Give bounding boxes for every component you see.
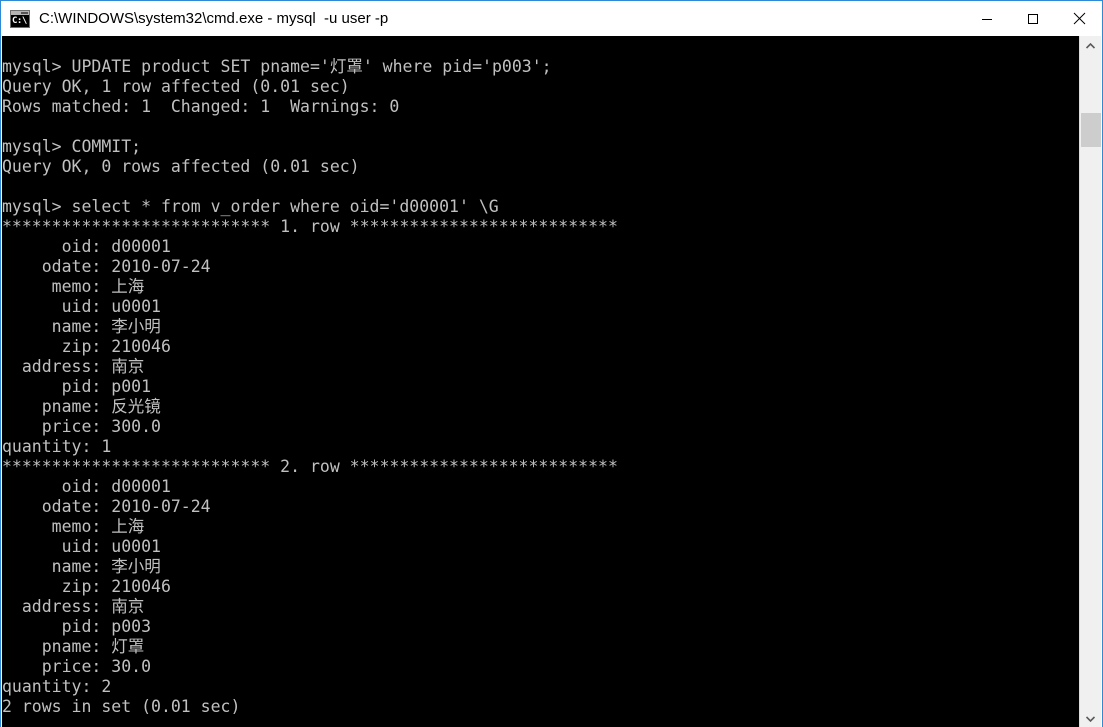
scrollbar-thumb[interactable] — [1081, 113, 1101, 147]
console-text: mysql> UPDATE product SET pname='灯罩' whe… — [2, 57, 618, 716]
down-arrow-icon — [1086, 715, 1095, 722]
maximize-button[interactable] — [1010, 1, 1056, 36]
minimize-button[interactable] — [964, 1, 1010, 36]
console-window: C:\ C:\WINDOWS\system32\cmd.exe - mysql … — [0, 0, 1103, 727]
close-button[interactable] — [1056, 1, 1102, 36]
title-bar-left: C:\ C:\WINDOWS\system32\cmd.exe - mysql … — [1, 9, 389, 28]
minimize-icon — [982, 18, 992, 20]
scroll-down-button[interactable] — [1080, 709, 1101, 727]
scrollbar-track[interactable] — [1080, 55, 1101, 709]
window-title: C:\WINDOWS\system32\cmd.exe - mysql -u u… — [39, 9, 389, 27]
scroll-up-button[interactable] — [1080, 36, 1101, 55]
vertical-scrollbar[interactable] — [1079, 36, 1101, 727]
title-bar[interactable]: C:\ C:\WINDOWS\system32\cmd.exe - mysql … — [1, 1, 1102, 36]
up-arrow-icon — [1086, 42, 1095, 49]
cmd-icon-label: C:\ — [12, 15, 27, 26]
console-output-area[interactable]: mysql> UPDATE product SET pname='灯罩' whe… — [2, 36, 1080, 727]
maximize-icon — [1028, 13, 1038, 24]
window-controls — [964, 1, 1102, 36]
close-icon — [1073, 12, 1085, 25]
cmd-console-icon: C:\ — [10, 9, 30, 28]
